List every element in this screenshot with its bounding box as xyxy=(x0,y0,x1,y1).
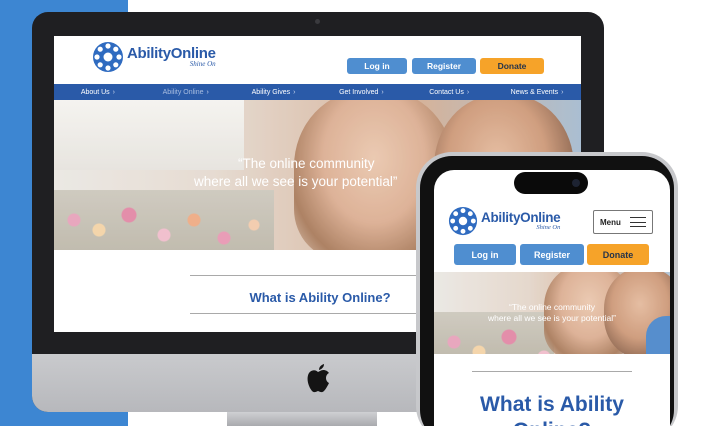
hamburger-menu-icon xyxy=(630,217,646,227)
iphone-bezel: AbilityOnline Shine On Menu Log in Regis… xyxy=(420,156,674,426)
register-button[interactable]: Register xyxy=(412,58,476,74)
apple-logo-icon xyxy=(307,364,329,393)
mobile-login-button[interactable]: Log in xyxy=(454,244,516,265)
section-heading: What is Ability Online? xyxy=(249,290,391,305)
menu-button[interactable]: Menu xyxy=(593,210,653,234)
divider-bottom xyxy=(190,313,450,314)
logo-tagline: Shine On xyxy=(189,60,216,68)
mobile-divider xyxy=(472,371,632,372)
promo-composition: AbilityOnline Shine On Log in Register D… xyxy=(0,0,728,426)
logo-tagline: Shine On xyxy=(536,223,561,231)
mobile-hero-banner: “The online community where all we see i… xyxy=(434,272,670,354)
desktop-header: AbilityOnline Shine On Log in Register D… xyxy=(54,36,581,84)
chevron-right-icon: › xyxy=(466,88,470,96)
logo-emblem-icon xyxy=(448,206,478,236)
logo-wordmark: AbilityOnline xyxy=(127,45,216,62)
mobile-donate-button[interactable]: Donate xyxy=(587,244,649,265)
nav-item-contact-us[interactable]: Contact Us › xyxy=(405,84,493,100)
front-camera-icon xyxy=(572,179,580,187)
logo-wordmark: AbilityOnline xyxy=(481,210,561,225)
hero-quote-line-1: “The online community xyxy=(509,302,595,312)
chevron-right-icon: › xyxy=(381,88,384,96)
mobile-register-button[interactable]: Register xyxy=(520,244,584,265)
logo[interactable]: AbilityOnline Shine On xyxy=(92,41,216,73)
mobile-website: AbilityOnline Shine On Menu Log in Regis… xyxy=(434,170,670,426)
nav-item-about-us[interactable]: About Us › xyxy=(54,84,142,100)
chevron-right-icon: › xyxy=(293,88,296,96)
iphone-device: AbilityOnline Shine On Menu Log in Regis… xyxy=(416,152,678,426)
nav-item-news-events[interactable]: News & Events › xyxy=(493,84,581,100)
nav-item-get-involved[interactable]: Get Involved › xyxy=(317,84,405,100)
chevron-right-icon: › xyxy=(561,88,564,96)
divider-top xyxy=(190,275,450,276)
mobile-section-heading: What is Ability Online? xyxy=(444,392,660,426)
login-button[interactable]: Log in xyxy=(347,58,407,74)
dynamic-island xyxy=(514,172,588,194)
mobile-heading-line-1: What is Ability xyxy=(480,393,624,416)
imac-stand xyxy=(227,412,377,426)
menu-label: Menu xyxy=(600,217,621,227)
nav-item-ability-gives[interactable]: Ability Gives › xyxy=(230,84,318,100)
nav-item-ability-online[interactable]: Ability Online › xyxy=(142,84,230,100)
mobile-hero-quote: “The online community where all we see i… xyxy=(434,302,670,324)
mobile-logo[interactable]: AbilityOnline Shine On xyxy=(448,206,561,236)
chevron-right-icon: › xyxy=(112,88,115,96)
camera-icon xyxy=(315,19,320,24)
donate-button[interactable]: Donate xyxy=(480,58,544,74)
main-nav: About Us › Ability Online › Ability Gives ›… xyxy=(54,84,581,100)
mobile-heading-line-2: Online? xyxy=(444,418,660,426)
hero-quote-line-2: where all we see is your potential” xyxy=(487,313,617,323)
logo-emblem-icon xyxy=(93,42,123,72)
chevron-right-icon: › xyxy=(206,88,209,96)
